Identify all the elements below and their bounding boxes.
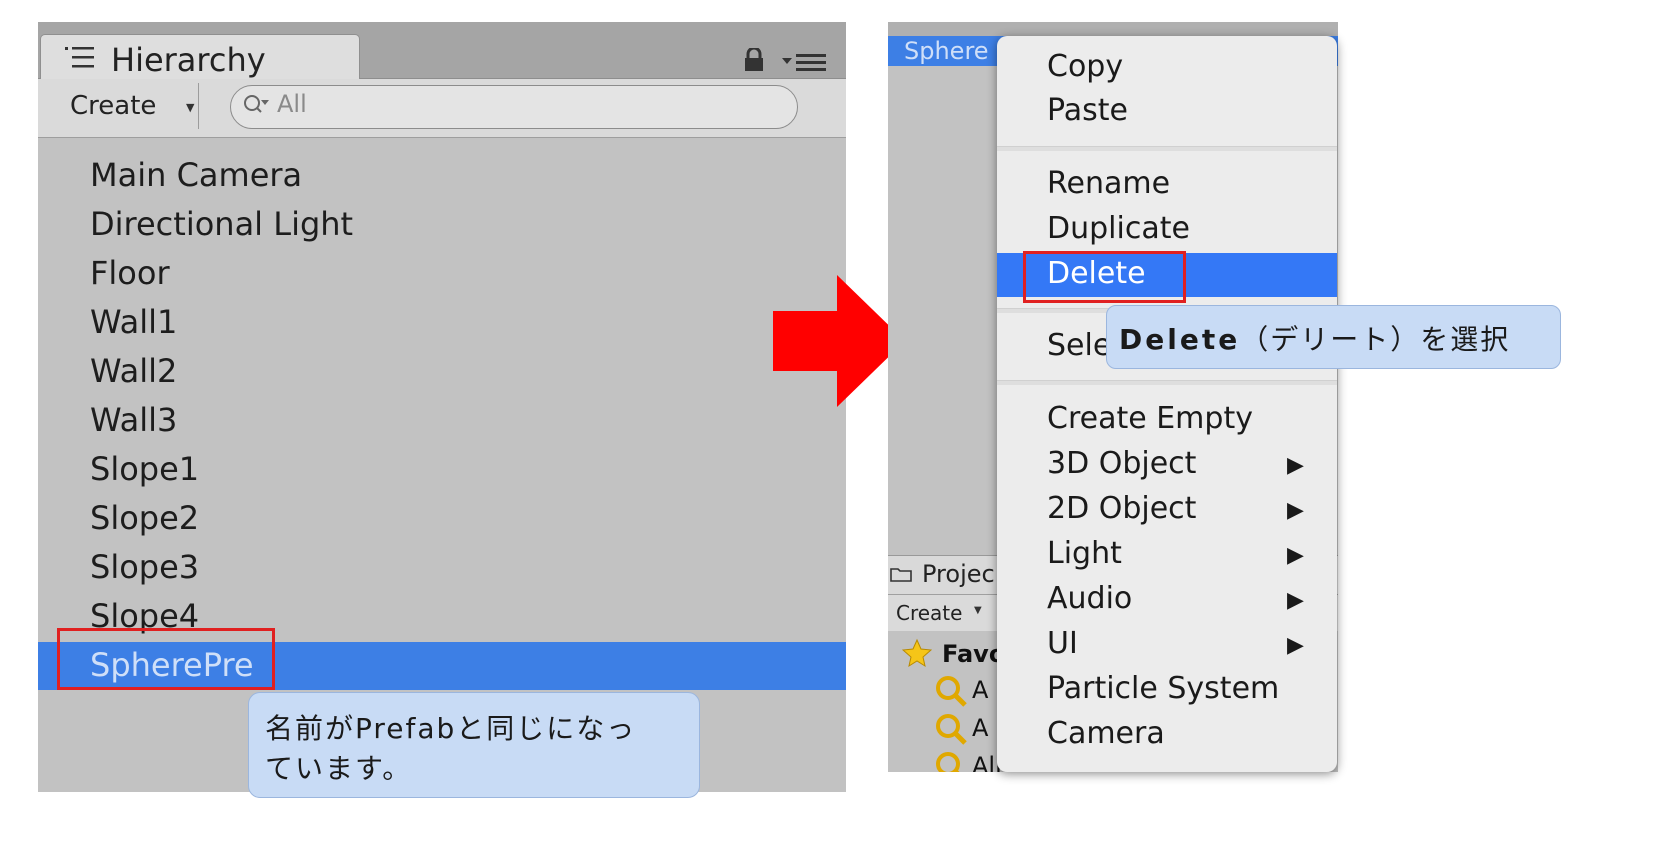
highlight-box-delete: [1023, 251, 1186, 303]
search-placeholder: All: [277, 90, 307, 118]
menu-item-2d-object[interactable]: 2D Object ▶: [997, 488, 1337, 532]
hierarchy-item[interactable]: Wall3: [38, 397, 846, 445]
hierarchy-item-label: Wall2: [90, 352, 178, 390]
search-icon: [244, 95, 269, 113]
menu-item-light[interactable]: Light ▶: [997, 533, 1337, 577]
menu-item-label: 3D Object: [1047, 446, 1197, 481]
hierarchy-item-label: Wall1: [90, 303, 178, 341]
menu-item-camera[interactable]: Camera: [997, 713, 1337, 757]
create-button[interactable]: Create ▼: [50, 83, 199, 129]
favorite-item-label: A: [972, 714, 989, 742]
menu-separator: [997, 146, 1337, 151]
create-button-label: Create: [70, 91, 157, 121]
submenu-arrow-icon: ▶: [1287, 498, 1304, 523]
folder-icon: [890, 568, 912, 582]
list-icon: [65, 47, 94, 68]
lock-icon[interactable]: [744, 48, 764, 72]
menu-item-paste[interactable]: Paste: [997, 90, 1337, 134]
menu-item-particle-system[interactable]: Particle System: [997, 668, 1337, 712]
hierarchy-item[interactable]: Slope2: [38, 495, 846, 543]
hierarchy-item-label: Slope3: [90, 548, 200, 586]
favorites-label: Favo: [942, 640, 1006, 668]
hierarchy-tab-bar: Hierarchy: [38, 22, 846, 81]
hierarchy-tab-title: Hierarchy: [111, 41, 266, 79]
submenu-arrow-icon: ▶: [1287, 453, 1304, 478]
menu-item-audio[interactable]: Audio ▶: [997, 578, 1337, 622]
menu-item-ui[interactable]: UI ▶: [997, 623, 1337, 667]
dropdown-arrow-icon: ▼: [974, 605, 982, 616]
submenu-arrow-icon: ▶: [1287, 633, 1304, 658]
callout-left-line1: 名前がPrefabと同じになっ: [265, 712, 637, 745]
project-tab-title: Projec: [922, 560, 995, 588]
submenu-arrow-icon: ▶: [1287, 543, 1304, 568]
menu-item-label: 2D Object: [1047, 491, 1197, 526]
context-menu: Copy Paste Rename Duplicate Delete Sele …: [997, 36, 1337, 772]
hierarchy-toolbar: Create ▼ All: [38, 79, 846, 138]
highlight-box-spherepre: [57, 628, 275, 690]
hierarchy-item-label: Slope2: [90, 499, 200, 537]
menu-item-label: Rename: [1047, 166, 1171, 201]
menu-item-3d-object[interactable]: 3D Object ▶: [997, 443, 1337, 487]
hierarchy-item[interactable]: Directional Light: [38, 201, 846, 249]
menu-item-label: Camera: [1047, 716, 1165, 751]
project-create-button[interactable]: Create: [896, 601, 962, 625]
dropdown-arrow-icon: ▼: [186, 101, 195, 114]
hierarchy-item[interactable]: Floor: [38, 250, 846, 298]
right-arrow-icon: [773, 275, 905, 407]
hierarchy-item-label: Floor: [90, 254, 170, 292]
search-input[interactable]: All: [230, 85, 798, 129]
hierarchy-item-label: Slope1: [90, 450, 200, 488]
hierarchy-item-label: Main Camera: [90, 156, 303, 194]
callout-right-bold: Delete: [1119, 323, 1241, 356]
menu-item-label: Sele: [1047, 328, 1112, 363]
hierarchy-item[interactable]: Main Camera: [38, 152, 846, 200]
hierarchy-item-label: Wall3: [90, 401, 178, 439]
menu-item-label: Audio: [1047, 581, 1133, 616]
panel-menu-icon[interactable]: [782, 52, 830, 72]
menu-item-label: Light: [1047, 536, 1122, 571]
menu-item-label: Create Empty: [1047, 401, 1253, 436]
hierarchy-item[interactable]: Wall1: [38, 299, 846, 347]
panel-top-strip: [888, 22, 1338, 36]
hierarchy-item[interactable]: Slope1: [38, 446, 846, 494]
hierarchy-item[interactable]: Slope3: [38, 544, 846, 592]
hierarchy-item-label: Sphere: [904, 37, 989, 65]
menu-item-label: Duplicate: [1047, 211, 1190, 246]
star-icon: [902, 638, 932, 668]
menu-item-duplicate[interactable]: Duplicate: [997, 208, 1337, 252]
callout-left: 名前がPrefabと同じになっ ています。: [248, 692, 700, 798]
favorite-item-label: A: [972, 676, 989, 704]
menu-item-rename[interactable]: Rename: [997, 163, 1337, 207]
menu-item-label: Copy: [1047, 49, 1124, 84]
menu-item-create-empty[interactable]: Create Empty: [997, 398, 1337, 442]
hierarchy-item-label: Directional Light: [90, 205, 354, 243]
menu-separator: [997, 380, 1337, 385]
magnifier-icon: [936, 752, 960, 772]
menu-item-copy[interactable]: Copy: [997, 46, 1337, 90]
menu-item-label: UI: [1047, 626, 1078, 661]
callout-right-text: （デリート）を選択: [1240, 323, 1511, 356]
magnifier-icon: [936, 714, 967, 745]
hierarchy-tab[interactable]: Hierarchy: [40, 34, 360, 81]
menu-item-label: Paste: [1047, 93, 1128, 128]
submenu-arrow-icon: ▶: [1287, 588, 1304, 613]
callout-left-line2: ています。: [265, 752, 413, 785]
hierarchy-item[interactable]: Wall2: [38, 348, 846, 396]
menu-item-label: Particle System: [1047, 671, 1280, 706]
magnifier-icon: [936, 676, 967, 707]
callout-right: Delete（デリート）を選択: [1106, 305, 1561, 369]
